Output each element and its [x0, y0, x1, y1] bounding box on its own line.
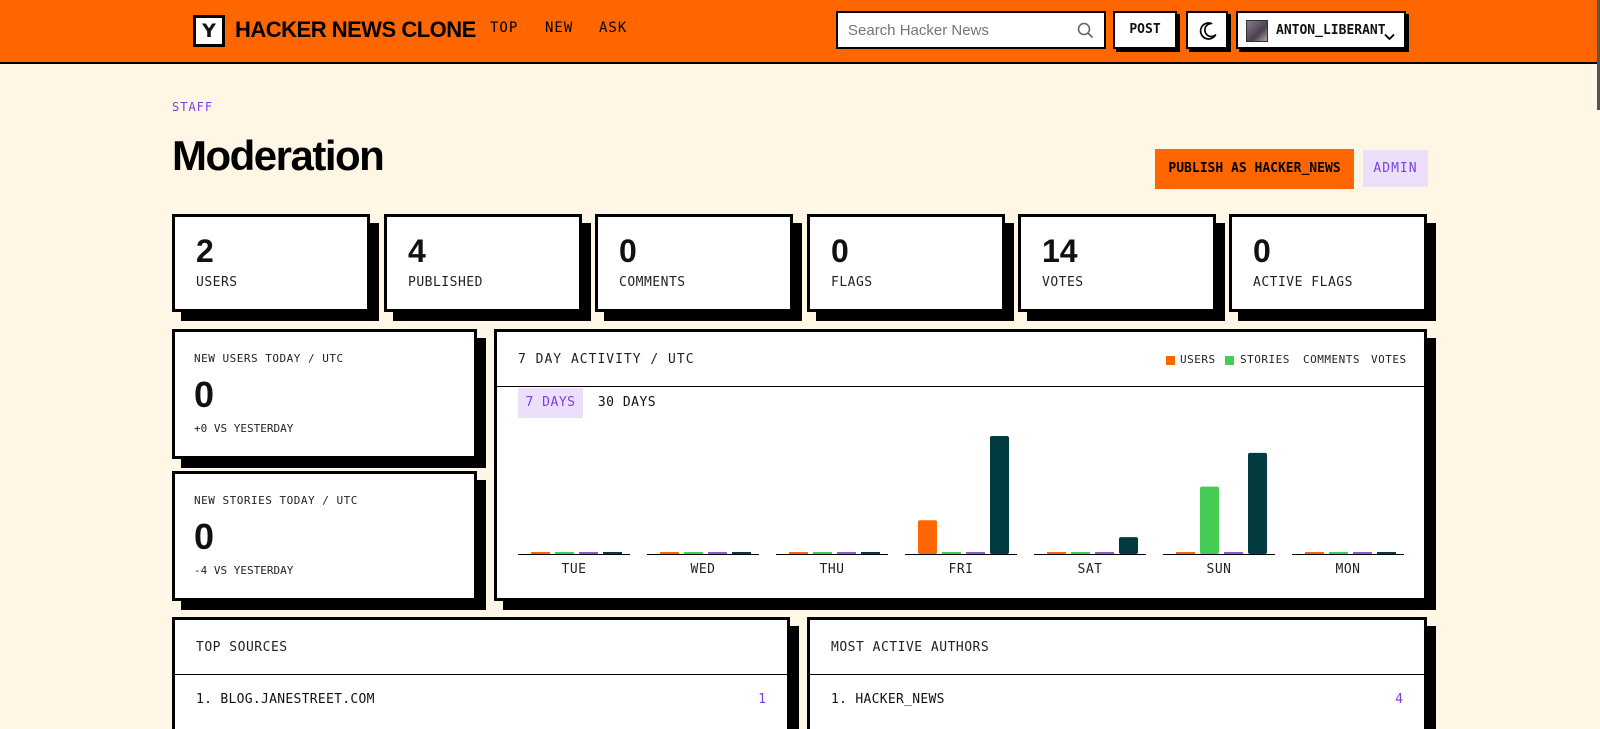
x-tick-label: MON: [1335, 562, 1361, 577]
stat-card-votes: 14 VOTES: [1018, 214, 1216, 312]
bar-votes-sat: [1119, 537, 1138, 554]
logo-icon[interactable]: Y: [193, 15, 225, 47]
bar-votes-sun: [1248, 452, 1267, 554]
stat-value: 2: [196, 233, 214, 269]
card-value: 0: [194, 516, 215, 557]
card-title: MOST ACTIVE AUTHORS: [831, 640, 990, 655]
activity-chart-card: 7 DAY ACTIVITY / UTC USERS STORIES COMME…: [494, 329, 1427, 601]
bar-stories-thu: [813, 552, 832, 554]
bar-comments-tue: [579, 552, 598, 554]
stat-value: 0: [831, 233, 849, 269]
bar-stories-wed: [684, 552, 703, 554]
stat-value: 4: [408, 233, 426, 269]
stat-card-published: 4 PUBLISHED: [384, 214, 582, 312]
theme-toggle-button[interactable]: [1186, 11, 1228, 49]
stat-label: ACTIVE FLAGS: [1253, 275, 1353, 290]
card-delta: +0 VS YESTERDAY: [194, 422, 294, 435]
stat-value: 0: [619, 233, 637, 269]
stat-label: VOTES: [1042, 275, 1084, 290]
card-title: NEW STORIES TODAY / UTC: [194, 494, 358, 507]
stat-label: USERS: [196, 275, 238, 290]
post-button[interactable]: POST: [1113, 11, 1177, 49]
card-value: 0: [194, 374, 215, 415]
bar-comments-fri: [966, 552, 985, 554]
x-tick-label: FRI: [948, 562, 974, 577]
new-users-today-card: NEW USERS TODAY / UTC 0 +0 VS YESTERDAY: [172, 329, 477, 459]
stat-value: 14: [1042, 233, 1078, 269]
page-title: Moderation: [172, 132, 385, 179]
top-bar: Y HACKER NEWS CLONE TOP NEW ASK POST ANT…: [0, 0, 1600, 64]
stat-value: 0: [1253, 233, 1271, 269]
stat-label: COMMENTS: [619, 275, 686, 290]
search-input[interactable]: [838, 13, 1058, 47]
top-sources-card: TOP SOURCES 1. BLOG.JANESTREET.COM 1: [172, 617, 790, 729]
section-eyebrow: STAFF: [172, 100, 214, 114]
new-stories-today-card: NEW STORIES TODAY / UTC 0 -4 VS YESTERDA…: [172, 471, 477, 601]
search-box: [836, 11, 1106, 49]
bar-users-sun: [1176, 552, 1195, 554]
bar-stories-mon: [1329, 552, 1348, 554]
brand-name[interactable]: HACKER NEWS CLONE: [235, 17, 476, 43]
bar-users-tue: [531, 552, 550, 554]
chevron-down-icon: [1384, 26, 1395, 45]
activity-bar-chart: [518, 436, 1404, 555]
bar-votes-mon: [1377, 552, 1396, 554]
stat-card-flags: 0 FLAGS: [807, 214, 1005, 312]
bar-users-wed: [660, 552, 679, 554]
bar-comments-mon: [1353, 552, 1372, 554]
x-tick-label: WED: [690, 562, 716, 577]
bar-stories-sun: [1200, 486, 1219, 554]
bar-users-mon: [1305, 552, 1324, 554]
bar-users-fri: [918, 520, 937, 554]
divider: [810, 674, 1424, 675]
card-title: TOP SOURCES: [196, 640, 288, 655]
avatar: [1246, 20, 1268, 42]
nav-new[interactable]: NEW: [545, 20, 573, 36]
stat-label: PUBLISHED: [408, 275, 483, 290]
nav-ask[interactable]: ASK: [599, 20, 627, 36]
stat-card-users: 2 USERS: [172, 214, 370, 312]
divider: [175, 674, 787, 675]
bar-comments-sat: [1095, 552, 1114, 554]
bar-users-sat: [1047, 552, 1066, 554]
x-tick-label: THU: [819, 562, 845, 577]
list-item-count: 1: [758, 692, 766, 707]
publish-button[interactable]: PUBLISH AS HACKER_NEWS: [1155, 149, 1354, 189]
bar-comments-thu: [837, 552, 856, 554]
bar-stories-fri: [942, 552, 961, 554]
card-title: NEW USERS TODAY / UTC: [194, 352, 344, 365]
x-tick-label: SUN: [1206, 562, 1232, 577]
list-item-count: 4: [1395, 692, 1403, 707]
user-menu[interactable]: ANTON_LIBERANT: [1236, 11, 1406, 49]
bar-users-thu: [789, 552, 808, 554]
x-tick-label: SAT: [1077, 562, 1103, 577]
bar-votes-thu: [861, 552, 880, 554]
bar-votes-tue: [603, 552, 622, 554]
admin-badge[interactable]: ADMIN: [1363, 150, 1428, 187]
bar-comments-wed: [708, 552, 727, 554]
list-item[interactable]: 1. BLOG.JANESTREET.COM: [196, 692, 375, 707]
active-authors-card: MOST ACTIVE AUTHORS 1. HACKER_NEWS 4: [807, 617, 1427, 729]
bar-votes-wed: [732, 552, 751, 554]
card-delta: -4 VS YESTERDAY: [194, 564, 294, 577]
x-tick-label: TUE: [561, 562, 587, 577]
bar-stories-sat: [1071, 552, 1090, 554]
stat-label: FLAGS: [831, 275, 873, 290]
moon-icon: [1199, 22, 1217, 40]
search-icon[interactable]: [1077, 22, 1094, 43]
username: ANTON_LIBERANT: [1276, 23, 1386, 38]
list-item[interactable]: 1. HACKER_NEWS: [831, 692, 945, 707]
bar-stories-tue: [555, 552, 574, 554]
bar-votes-fri: [990, 436, 1009, 554]
nav-top[interactable]: TOP: [490, 20, 518, 36]
stat-card-comments: 0 COMMENTS: [595, 214, 793, 312]
stat-card-active-flags: 0 ACTIVE FLAGS: [1229, 214, 1427, 312]
bar-comments-sun: [1224, 552, 1243, 554]
